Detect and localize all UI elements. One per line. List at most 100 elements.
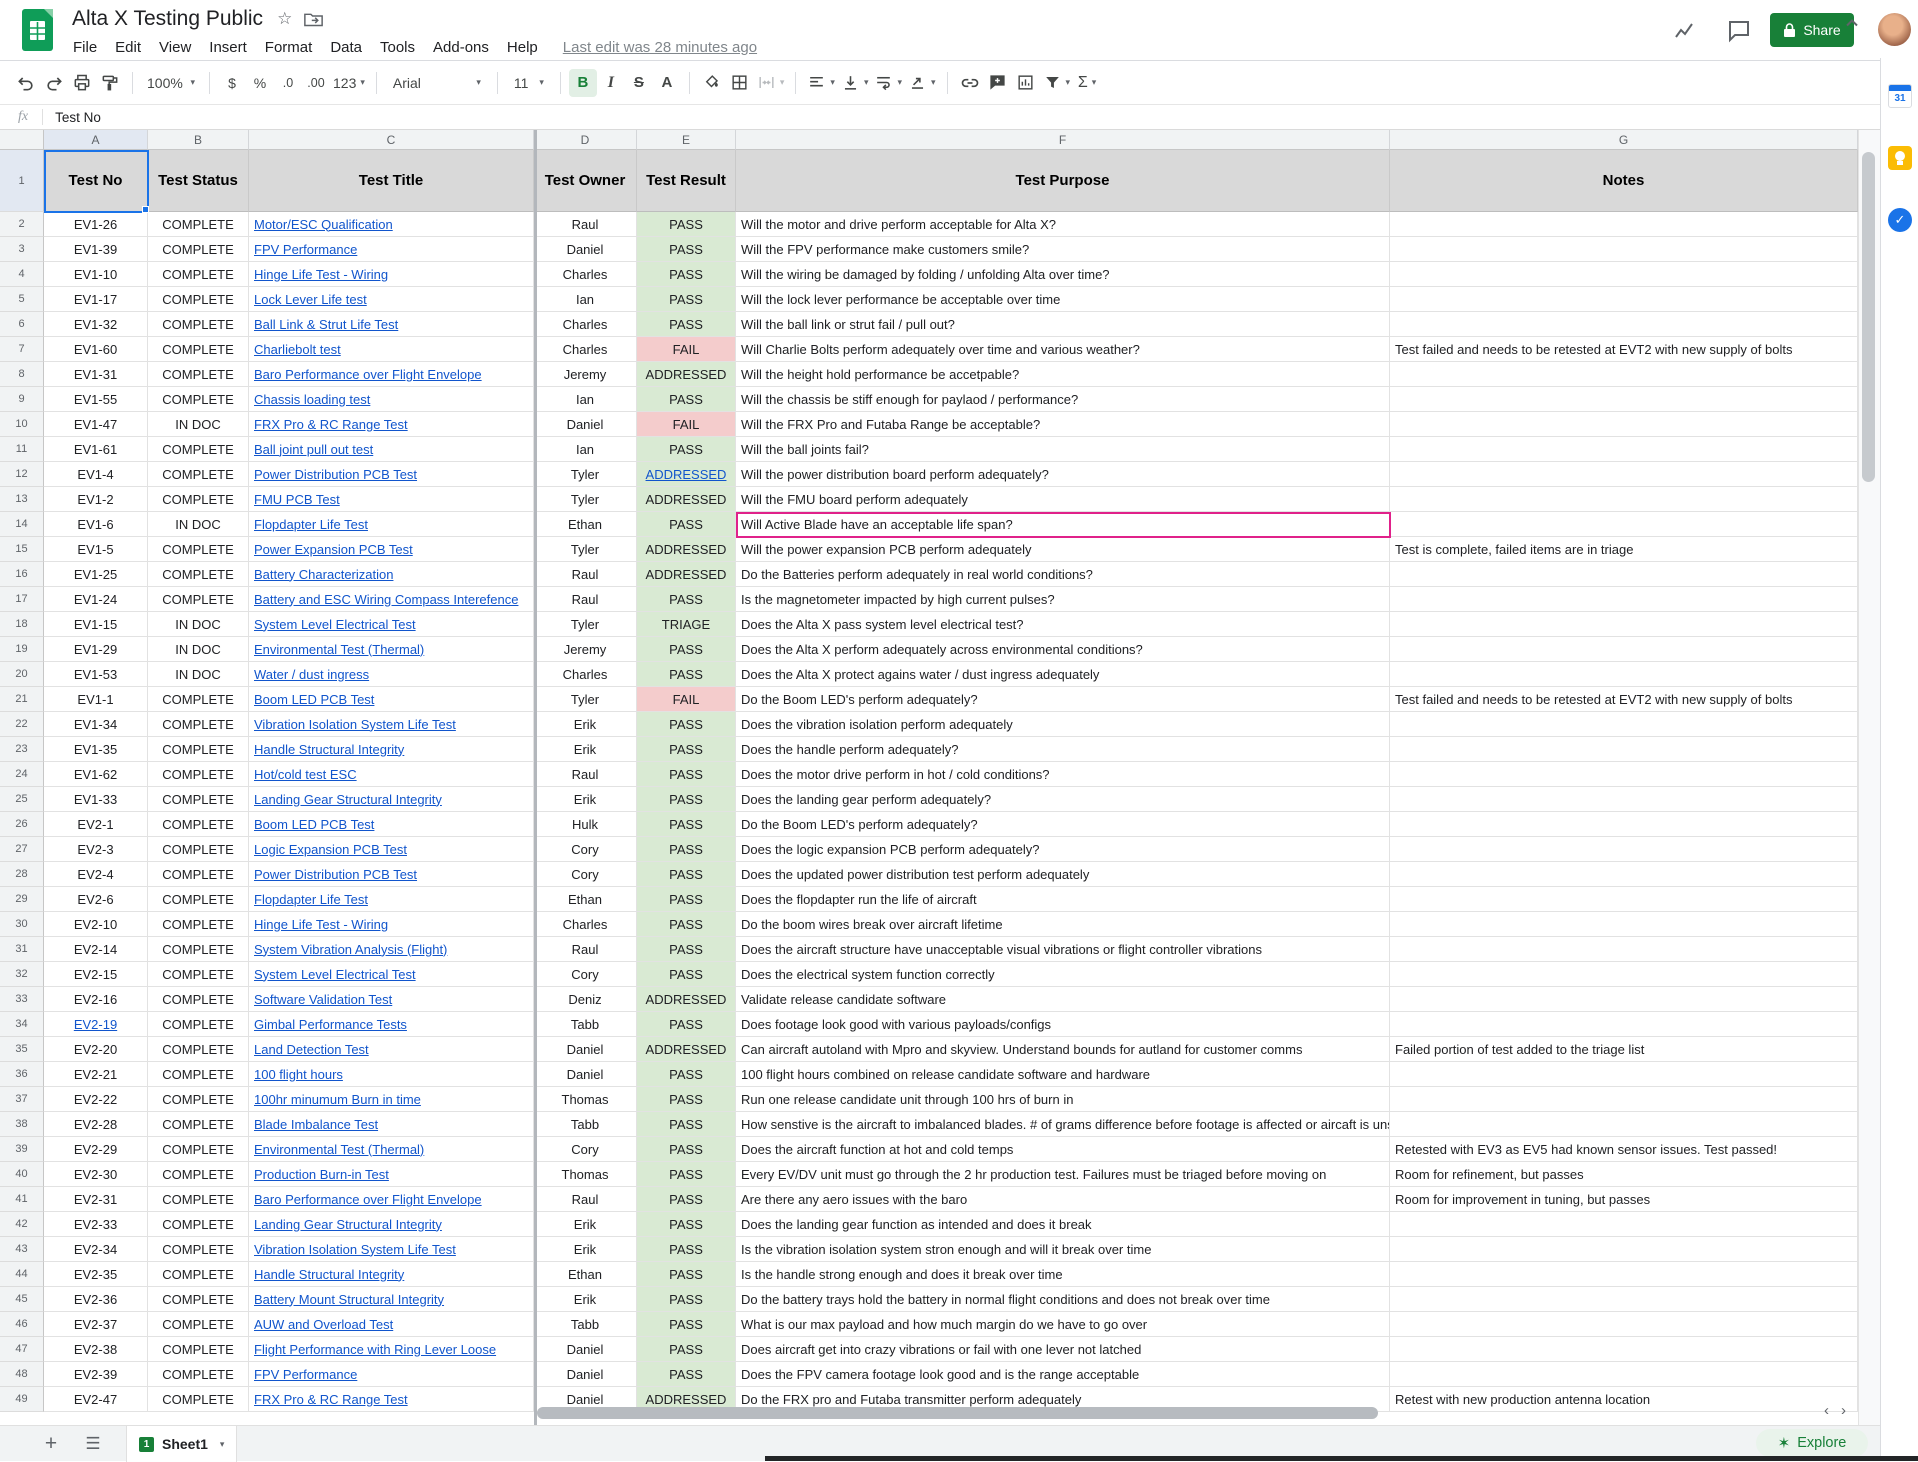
cell-test-status[interactable]: COMPLETE: [148, 1337, 249, 1362]
cell-test-owner[interactable]: Deniz: [534, 987, 637, 1012]
cell-test-title[interactable]: Hot/cold test ESC: [249, 762, 534, 787]
cell-notes[interactable]: [1390, 587, 1858, 612]
row-number-26[interactable]: 26: [0, 812, 44, 837]
menu-edit[interactable]: Edit: [106, 39, 150, 56]
toolbar-collapse-button[interactable]: [1838, 8, 1866, 36]
cell-test-status[interactable]: COMPLETE: [148, 1262, 249, 1287]
cell-test-result[interactable]: PASS: [637, 1237, 736, 1262]
cell-test-status[interactable]: COMPLETE: [148, 787, 249, 812]
cell-test-purpose[interactable]: Validate release candidate software: [736, 987, 1390, 1012]
cell-test-no[interactable]: EV2-28: [44, 1112, 148, 1137]
cell-test-no[interactable]: EV2-29: [44, 1137, 148, 1162]
cell-test-purpose[interactable]: Does the Alta X protect agains water / d…: [736, 662, 1390, 687]
cell-test-status[interactable]: COMPLETE: [148, 312, 249, 337]
row-number-27[interactable]: 27: [0, 837, 44, 862]
cell-test-title[interactable]: Vibration Isolation System Life Test: [249, 1237, 534, 1262]
cell-test-purpose[interactable]: Does the landing gear perform adequately…: [736, 787, 1390, 812]
cell-test-no[interactable]: EV1-17: [44, 287, 148, 312]
test-title-link[interactable]: Baro Performance over Flight Envelope: [254, 367, 482, 382]
cell-notes[interactable]: [1390, 1287, 1858, 1312]
cell-notes[interactable]: [1390, 462, 1858, 487]
cell-test-result[interactable]: PASS: [637, 212, 736, 237]
cell-test-title[interactable]: System Level Electrical Test: [249, 962, 534, 987]
cell-test-purpose[interactable]: Does the aircraft structure have unaccep…: [736, 937, 1390, 962]
cell-test-status[interactable]: IN DOC: [148, 412, 249, 437]
test-title-link[interactable]: Power Expansion PCB Test: [254, 542, 413, 557]
cell-test-result[interactable]: ADDRESSED: [637, 1037, 736, 1062]
row-number-3[interactable]: 3: [0, 237, 44, 262]
cell-test-title[interactable]: Battery and ESC Wiring Compass Interefen…: [249, 587, 534, 612]
cell-test-status[interactable]: IN DOC: [148, 662, 249, 687]
cell-test-title[interactable]: Battery Characterization: [249, 562, 534, 587]
row-number-5[interactable]: 5: [0, 287, 44, 312]
cell-test-status[interactable]: COMPLETE: [148, 1237, 249, 1262]
cell-test-title[interactable]: Power Distribution PCB Test: [249, 462, 534, 487]
cell-test-status[interactable]: COMPLETE: [148, 237, 249, 262]
cell-test-owner[interactable]: Daniel: [534, 1037, 637, 1062]
cell-test-purpose[interactable]: Does the Alta X perform adequately acros…: [736, 637, 1390, 662]
cell-test-status[interactable]: COMPLETE: [148, 337, 249, 362]
tasks-icon[interactable]: ✓: [1888, 208, 1912, 232]
cell-test-purpose[interactable]: Will the wiring be damaged by folding / …: [736, 262, 1390, 287]
test-title-link[interactable]: Flight Performance with Ring Lever Loose: [254, 1342, 496, 1357]
undo-button[interactable]: [12, 69, 40, 97]
cell-test-title[interactable]: Gimbal Performance Tests: [249, 1012, 534, 1037]
row-number-22[interactable]: 22: [0, 712, 44, 737]
row-number-11[interactable]: 11: [0, 437, 44, 462]
cell-test-no[interactable]: EV1-55: [44, 387, 148, 412]
cell-test-owner[interactable]: Tyler: [534, 612, 637, 637]
explore-button[interactable]: ✶ Explore: [1756, 1429, 1868, 1457]
cell-test-no[interactable]: EV2-33: [44, 1212, 148, 1237]
cell-test-title[interactable]: Boom LED PCB Test: [249, 812, 534, 837]
cell-test-title[interactable]: 100 flight hours: [249, 1062, 534, 1087]
cell-test-title[interactable]: AUW and Overload Test: [249, 1312, 534, 1337]
test-title-link[interactable]: Handle Structural Integrity: [254, 742, 404, 757]
cell-test-title[interactable]: Boom LED PCB Test: [249, 687, 534, 712]
cell-test-title[interactable]: Logic Expansion PCB Test: [249, 837, 534, 862]
cell-test-no[interactable]: EV2-37: [44, 1312, 148, 1337]
cell-test-purpose[interactable]: Will Active Blade have an acceptable lif…: [736, 512, 1390, 537]
user-avatar[interactable]: [1878, 13, 1911, 46]
zoom-select[interactable]: 100%▾: [141, 69, 201, 97]
cell-test-no[interactable]: EV1-2: [44, 487, 148, 512]
test-title-link[interactable]: Water / dust ingress: [254, 667, 369, 682]
test-title-link[interactable]: Landing Gear Structural Integrity: [254, 1217, 442, 1232]
row-number-49[interactable]: 49: [0, 1387, 44, 1412]
test-title-link[interactable]: Production Burn-in Test: [254, 1167, 389, 1182]
cell-test-owner[interactable]: Thomas: [534, 1162, 637, 1187]
italic-button[interactable]: I: [597, 69, 625, 97]
row-number-32[interactable]: 32: [0, 962, 44, 987]
cell-test-result[interactable]: PASS: [637, 962, 736, 987]
cell-notes[interactable]: [1390, 1087, 1858, 1112]
cell-test-purpose[interactable]: How senstive is the aircraft to imbalanc…: [736, 1112, 1390, 1137]
cell-test-status[interactable]: COMPLETE: [148, 862, 249, 887]
row-number-24[interactable]: 24: [0, 762, 44, 787]
cell-notes[interactable]: [1390, 637, 1858, 662]
cell-test-owner[interactable]: Ethan: [534, 1262, 637, 1287]
test-title-link[interactable]: Gimbal Performance Tests: [254, 1017, 407, 1032]
test-title-link[interactable]: FMU PCB Test: [254, 492, 340, 507]
cell-test-purpose[interactable]: Will the FPV performance make customers …: [736, 237, 1390, 262]
row-number-36[interactable]: 36: [0, 1062, 44, 1087]
cell-notes[interactable]: [1390, 437, 1858, 462]
keep-icon[interactable]: [1888, 146, 1912, 170]
cell-test-no[interactable]: EV1-61: [44, 437, 148, 462]
cell-test-owner[interactable]: Ethan: [534, 887, 637, 912]
cell-test-no[interactable]: EV1-39: [44, 237, 148, 262]
cell-test-owner[interactable]: Ian: [534, 387, 637, 412]
cell-test-status[interactable]: COMPLETE: [148, 812, 249, 837]
row-number-37[interactable]: 37: [0, 1087, 44, 1112]
row-number-16[interactable]: 16: [0, 562, 44, 587]
cell-test-owner[interactable]: Ian: [534, 287, 637, 312]
text-color-button[interactable]: A: [653, 69, 681, 97]
test-title-link[interactable]: Power Distribution PCB Test: [254, 867, 417, 882]
cell-test-no[interactable]: EV1-4: [44, 462, 148, 487]
cell-test-result[interactable]: ADDRESSED: [637, 462, 736, 487]
cell-test-purpose[interactable]: Do the Boom LED's perform adequately?: [736, 687, 1390, 712]
cell-test-purpose[interactable]: Do the battery trays hold the battery in…: [736, 1287, 1390, 1312]
cell-test-owner[interactable]: Charles: [534, 312, 637, 337]
cell-test-owner[interactable]: Daniel: [534, 237, 637, 262]
test-title-link[interactable]: Land Detection Test: [254, 1042, 369, 1057]
cell-test-purpose[interactable]: Does the electrical system function corr…: [736, 962, 1390, 987]
cell-test-no[interactable]: EV2-39: [44, 1362, 148, 1387]
